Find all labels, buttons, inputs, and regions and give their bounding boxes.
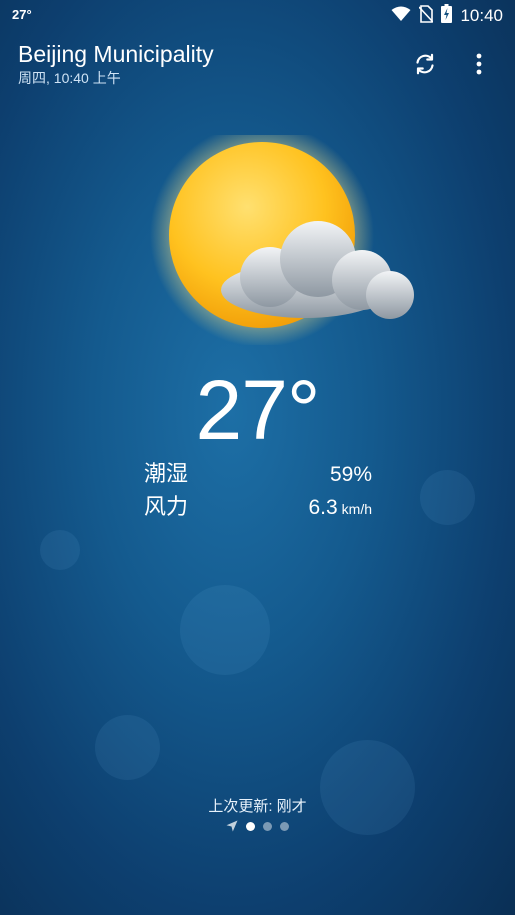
date-time: 周四, 10:40 上午 (18, 68, 121, 88)
current-temperature: 27° (195, 363, 320, 457)
wind-row: 风力 6.3 km/h (144, 489, 372, 521)
location-arrow-icon (226, 820, 238, 832)
background-bokeh (420, 470, 475, 525)
date-clock: 10:40 上午 (53, 70, 121, 86)
humidity-value: 59% (329, 463, 372, 486)
no-sim-icon (418, 4, 435, 28)
more-options-icon (476, 53, 482, 75)
more-options-button[interactable] (463, 48, 495, 80)
refresh-icon (416, 53, 434, 75)
wifi-icon (391, 6, 411, 27)
status-time: 10:40 (460, 6, 503, 25)
wind-value: 6.3 (308, 496, 338, 519)
app-bar: Beijing Municipality 周四, 10:40 上午 (0, 36, 515, 92)
refresh-button[interactable] (409, 48, 441, 80)
city-name[interactable]: Beijing Municipality (18, 41, 214, 68)
page-dot[interactable] (280, 821, 289, 831)
humidity-row: 潮湿 59% (144, 456, 372, 488)
wind-unit: km/h (341, 501, 372, 517)
wind-label: 风力 (144, 494, 189, 519)
page-indicator[interactable] (0, 820, 515, 832)
date-day: 周四, (18, 70, 50, 86)
page-dot-active[interactable] (246, 821, 255, 831)
humidity-label: 潮湿 (144, 461, 189, 486)
background-bokeh (95, 715, 160, 780)
background-bokeh (40, 530, 80, 570)
status-temperature: 27° (12, 7, 32, 22)
status-bar: 27° 10:40 (0, 0, 515, 30)
page-dot[interactable] (263, 821, 272, 831)
battery-charging-icon (441, 4, 453, 28)
last-updated: 上次更新: 刚才 (208, 798, 307, 815)
wind-value-group: 6.3 km/h (308, 496, 372, 520)
background-bokeh (180, 585, 270, 675)
partly-sunny-icon (140, 123, 430, 347)
